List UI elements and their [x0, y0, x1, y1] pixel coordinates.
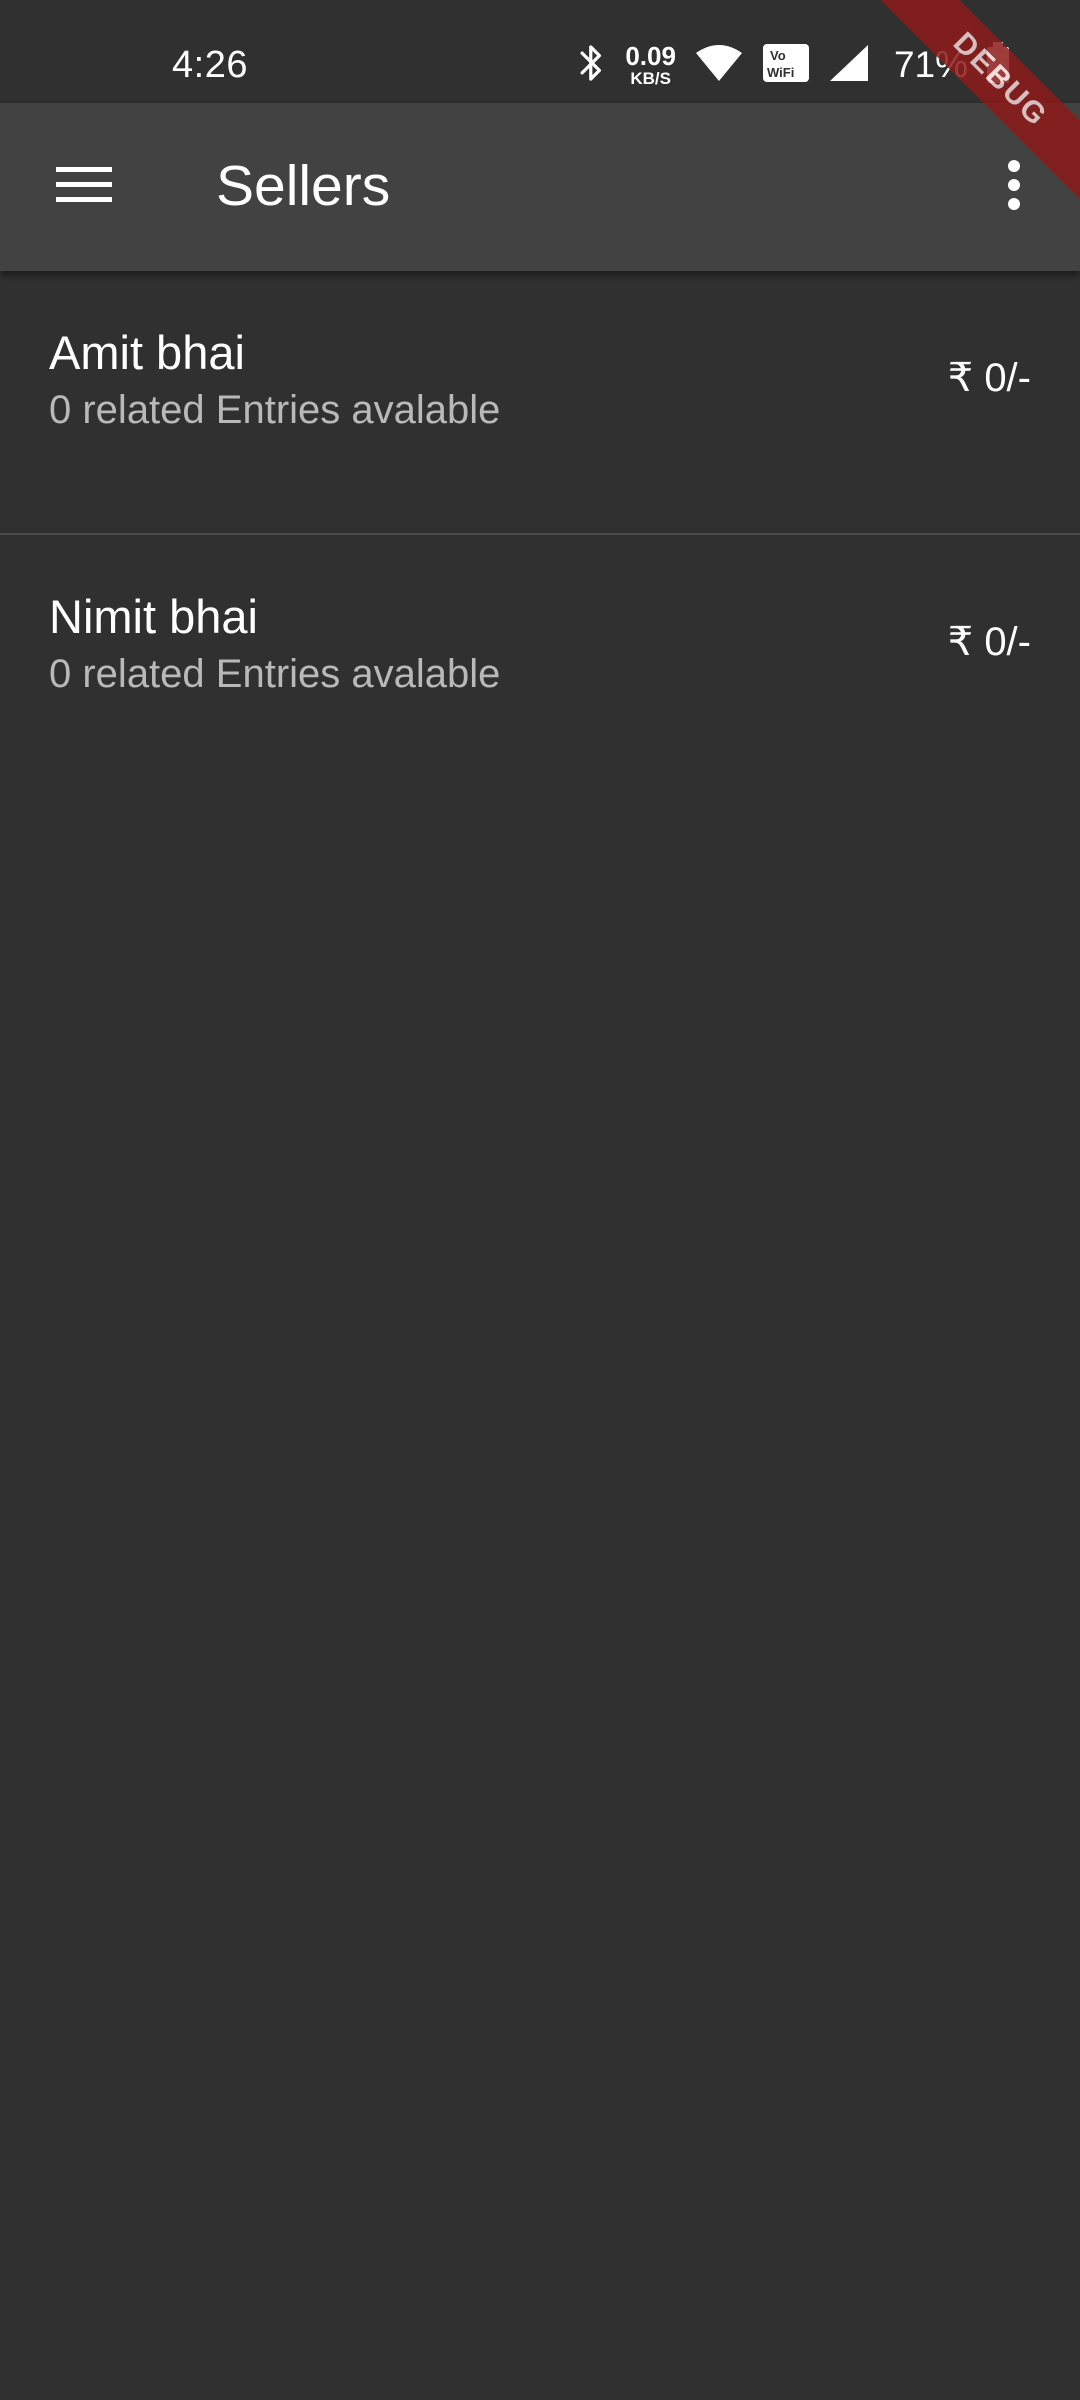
battery-percent: 71%: [893, 44, 968, 85]
battery-icon: [986, 41, 1010, 89]
cellular-signal-icon: [828, 43, 870, 88]
seller-list-item[interactable]: Nimit bhai 0 related Entries avalable ₹ …: [0, 535, 1080, 797]
network-speed-unit: KB/S: [630, 69, 671, 88]
seller-name: Nimit bhai: [49, 590, 258, 643]
seller-entries-count: 0 related Entries avalable: [49, 388, 501, 432]
bluetooth-icon: [577, 42, 607, 89]
wifi-icon: [694, 43, 744, 88]
network-speed-indicator: 0.09 KB/S: [625, 43, 676, 87]
status-bar: 4:26 0.09 KB/S Vo WiFi 71%: [0, 0, 1080, 103]
hamburger-menu-icon: [56, 165, 112, 210]
seller-amount: ₹ 0/-: [947, 356, 1031, 400]
seller-entries-count: 0 related Entries avalable: [49, 652, 501, 696]
menu-button[interactable]: [32, 141, 136, 233]
sellers-list: Amit bhai 0 related Entries avalable ₹ 0…: [0, 271, 1080, 797]
vowifi-icon: Vo WiFi: [762, 43, 810, 88]
page-title: Sellers: [216, 154, 391, 218]
more-options-button[interactable]: [968, 141, 1060, 233]
seller-amount: ₹ 0/-: [947, 620, 1031, 664]
status-icons: 0.09 KB/S Vo WiFi 71%: [577, 38, 1010, 92]
network-speed-value: 0.09: [625, 41, 676, 71]
status-time: 4:26: [172, 44, 248, 86]
seller-list-item[interactable]: Amit bhai 0 related Entries avalable ₹ 0…: [0, 271, 1080, 533]
app-bar: Sellers: [0, 103, 1080, 271]
sellers-screen: 4:26 0.09 KB/S Vo WiFi 71% Sellers Amit …: [0, 0, 1080, 2400]
seller-name: Amit bhai: [49, 326, 245, 379]
svg-text:WiFi: WiFi: [767, 65, 794, 80]
svg-text:Vo: Vo: [770, 48, 786, 63]
more-vert-icon: [1007, 159, 1021, 216]
